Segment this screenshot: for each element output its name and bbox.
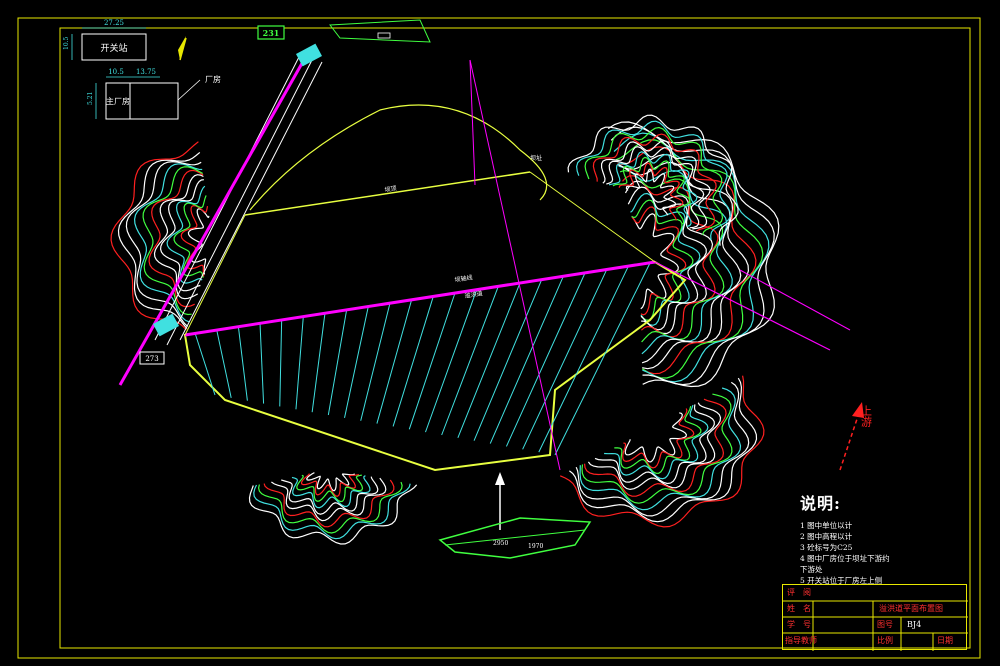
name-label: 姓 名 bbox=[787, 604, 811, 613]
date-label: 日期 bbox=[937, 636, 953, 645]
advisor-label: 指导教师 bbox=[785, 636, 817, 645]
dim-mid: 13.75 bbox=[136, 68, 156, 76]
dam-axis-line bbox=[469, 59, 561, 471]
spillway-hatch-line bbox=[194, 332, 216, 396]
station-badge-text: 231 bbox=[263, 28, 280, 38]
reservoir-edge bbox=[249, 104, 548, 211]
number-label: 图号 bbox=[877, 620, 893, 629]
spillway-hatch-line bbox=[408, 292, 456, 430]
notes-panel: 说明: 1 图中单位以计 2 图中高程以计 3 砼标号为C25 4 图中厂房位于… bbox=[800, 490, 960, 586]
tailrace-channel bbox=[438, 517, 592, 559]
axis-label: 坝轴线 bbox=[454, 273, 473, 284]
plant-label: 厂房 bbox=[205, 74, 221, 84]
drawing-title: 溢洪道平面布置图 bbox=[879, 604, 943, 613]
main-room-label: 主厂房 bbox=[106, 96, 130, 106]
title-block: 姓 名 溢洪道平面布置图 学 号 图号 BJ4 指导教师 比例 日期 评 阅 bbox=[782, 584, 968, 651]
contour-line bbox=[187, 208, 210, 275]
spillway-hatch-line bbox=[538, 266, 629, 453]
spillway-basin bbox=[183, 171, 687, 472]
elevation-left: 273 bbox=[145, 355, 158, 363]
contour-line bbox=[622, 408, 695, 469]
spillway-hatch-line bbox=[457, 282, 521, 439]
spillway-hatch-line bbox=[327, 309, 348, 416]
notes-title: 说明: bbox=[800, 494, 841, 513]
contour-line bbox=[604, 404, 709, 480]
spillway-hatch-line bbox=[522, 269, 608, 450]
downstream-arrow-icon bbox=[495, 472, 505, 530]
contour-line bbox=[579, 387, 742, 511]
tail-label-2: 1970 bbox=[528, 543, 543, 550]
spillway-hatch-line bbox=[237, 326, 248, 401]
contour-line bbox=[587, 402, 722, 491]
spillway-hatch-line bbox=[554, 262, 651, 456]
note-item: 下游处 bbox=[800, 565, 823, 574]
ratio-label: 比例 bbox=[877, 636, 893, 645]
road-end-top bbox=[296, 43, 322, 67]
spillway-hatch-line bbox=[259, 322, 265, 404]
dim-top-left: 27.25 bbox=[104, 19, 124, 27]
spillway-hatch-line bbox=[505, 272, 586, 447]
toe-label: 坝址 bbox=[530, 154, 542, 162]
contour-line bbox=[110, 141, 199, 331]
spillway-hatch-line bbox=[473, 279, 543, 441]
id-label: 学 号 bbox=[787, 620, 811, 629]
dim-top-small: 10.5 bbox=[108, 68, 124, 76]
contour-line bbox=[594, 404, 715, 485]
spillway-hatch-line bbox=[344, 306, 369, 418]
tail-label: 2950 bbox=[493, 540, 508, 547]
spillway-hatch-line bbox=[311, 312, 326, 413]
switch-station-label: 开关站 bbox=[100, 42, 127, 54]
contour-line bbox=[180, 204, 209, 277]
note-item: 2 图中高程以计 bbox=[800, 532, 853, 541]
access-road bbox=[118, 43, 323, 386]
spillway-hatch-line bbox=[216, 329, 232, 398]
north-arrow-icon bbox=[178, 36, 187, 61]
contour-line bbox=[607, 121, 780, 388]
number-value: BJ4 bbox=[907, 620, 922, 629]
note-item: 4 图中厂房位于坝址下游约 bbox=[800, 554, 890, 563]
spillway-hatch-line bbox=[279, 319, 283, 407]
upstream-label: 上游 bbox=[860, 405, 873, 427]
contour-line bbox=[624, 412, 688, 463]
note-item: 3 砼标号为C25 bbox=[800, 543, 853, 552]
reviewer-label: 评 阅 bbox=[787, 588, 811, 597]
spillway-hatch-line bbox=[392, 296, 434, 427]
dim-side: 5.21 bbox=[87, 92, 94, 105]
spillway-hatch-line bbox=[376, 299, 413, 424]
dam-crest-line bbox=[184, 260, 656, 337]
spillway-hatch-line bbox=[295, 316, 304, 410]
dim-left-small: 10.5 bbox=[63, 36, 70, 50]
note-item: 1 图中单位以计 bbox=[800, 521, 853, 530]
